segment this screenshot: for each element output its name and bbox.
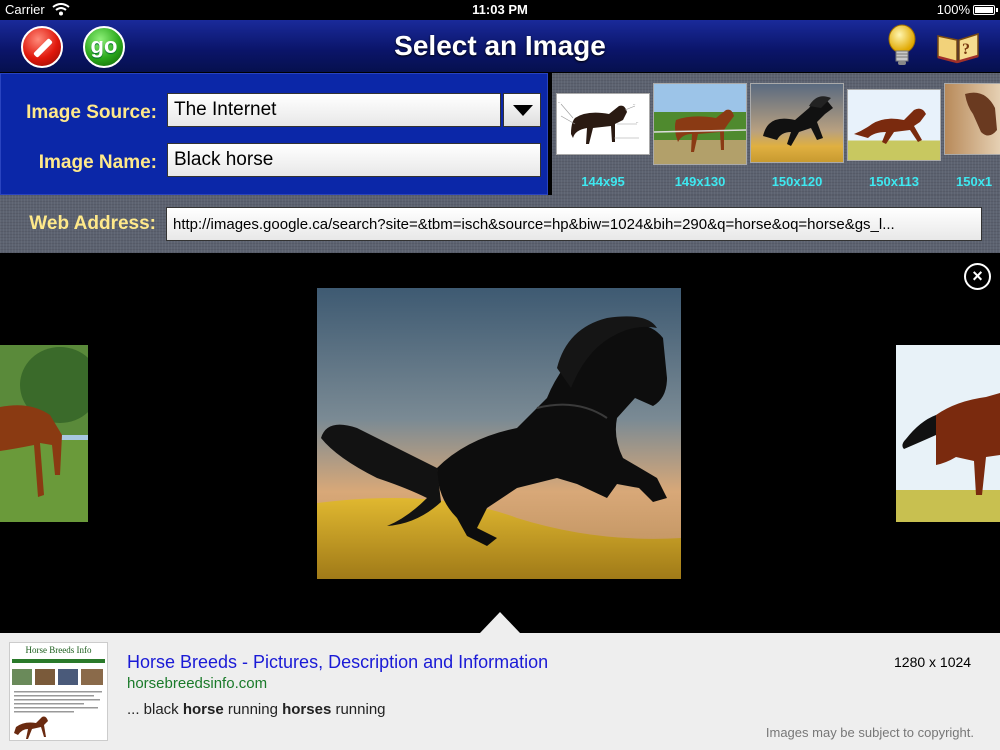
dropdown-arrow-icon[interactable]	[503, 93, 541, 127]
status-time: 11:03 PM	[472, 2, 528, 17]
battery-icon	[973, 5, 998, 15]
svg-text:--: --	[633, 102, 636, 106]
thumbnail-size-label: 150x120	[771, 174, 823, 189]
result-snippet: ... black horse running horses running	[127, 701, 386, 718]
thumbnail-size-label: 150x113	[869, 174, 919, 189]
thumbnail-image[interactable]	[847, 89, 941, 161]
thumbnail-size-label: 149x130	[674, 174, 726, 189]
previous-image[interactable]	[0, 345, 88, 522]
thumbnail-image[interactable]	[653, 83, 747, 165]
battery-percent: 100%	[936, 2, 970, 17]
status-bar: Carrier 11:03 PM 100%	[0, 0, 1000, 20]
image-name-field[interactable]: Black horse	[167, 143, 541, 177]
close-icon[interactable]: ×	[964, 263, 991, 290]
lightbulb-icon[interactable]	[886, 24, 918, 68]
image-form: Image Source: The Internet Image Name: B…	[0, 73, 548, 195]
result-info-panel: Horse Breeds Info Horse Breeds - Picture…	[0, 633, 1000, 750]
thumbnail-image[interactable]: -- -- --	[556, 93, 650, 155]
image-dimensions: 1280 x 1024	[894, 654, 972, 670]
web-address-bar: Web Address: http://images.google.ca/sea…	[0, 195, 1000, 253]
page-title: Select an Image	[394, 30, 606, 61]
svg-text:--: --	[636, 120, 639, 124]
thumbnail-size-label: 144x95	[581, 174, 625, 189]
main-image[interactable]	[317, 288, 681, 579]
result-title-link[interactable]: Horse Breeds - Pictures, Description and…	[127, 652, 548, 673]
web-address-field[interactable]: http://images.google.ca/search?site=&tbm…	[166, 207, 982, 241]
thumbnail-size-label: 150x1	[956, 174, 993, 189]
image-source-field[interactable]: The Internet	[167, 93, 501, 127]
thumbnail-image[interactable]	[944, 83, 1000, 155]
book-icon[interactable]: ?	[936, 30, 980, 64]
svg-text:?: ?	[962, 41, 970, 58]
svg-text:--: --	[558, 100, 561, 104]
thumbnail-strip[interactable]: -- -- -- 144x95 149x130 150x120 150x113 15…	[552, 73, 1000, 195]
next-image[interactable]	[896, 345, 1000, 522]
web-address-label: Web Address:	[29, 213, 156, 234]
selection-pointer	[480, 612, 520, 633]
title-bar: go Select an Image ?	[0, 20, 1000, 73]
image-source-label: Image Source:	[26, 102, 157, 123]
thumbnail-image[interactable]	[750, 83, 844, 163]
copyright-notice: Images may be subject to copyright.	[765, 725, 974, 740]
result-url[interactable]: horsebreedsinfo.com	[127, 675, 267, 692]
site-thumbnail-title: Horse Breeds Info	[25, 645, 92, 655]
image-name-label: Image Name:	[38, 152, 157, 173]
site-thumbnail[interactable]: Horse Breeds Info	[9, 642, 108, 741]
image-viewer: ×	[0, 254, 1000, 633]
